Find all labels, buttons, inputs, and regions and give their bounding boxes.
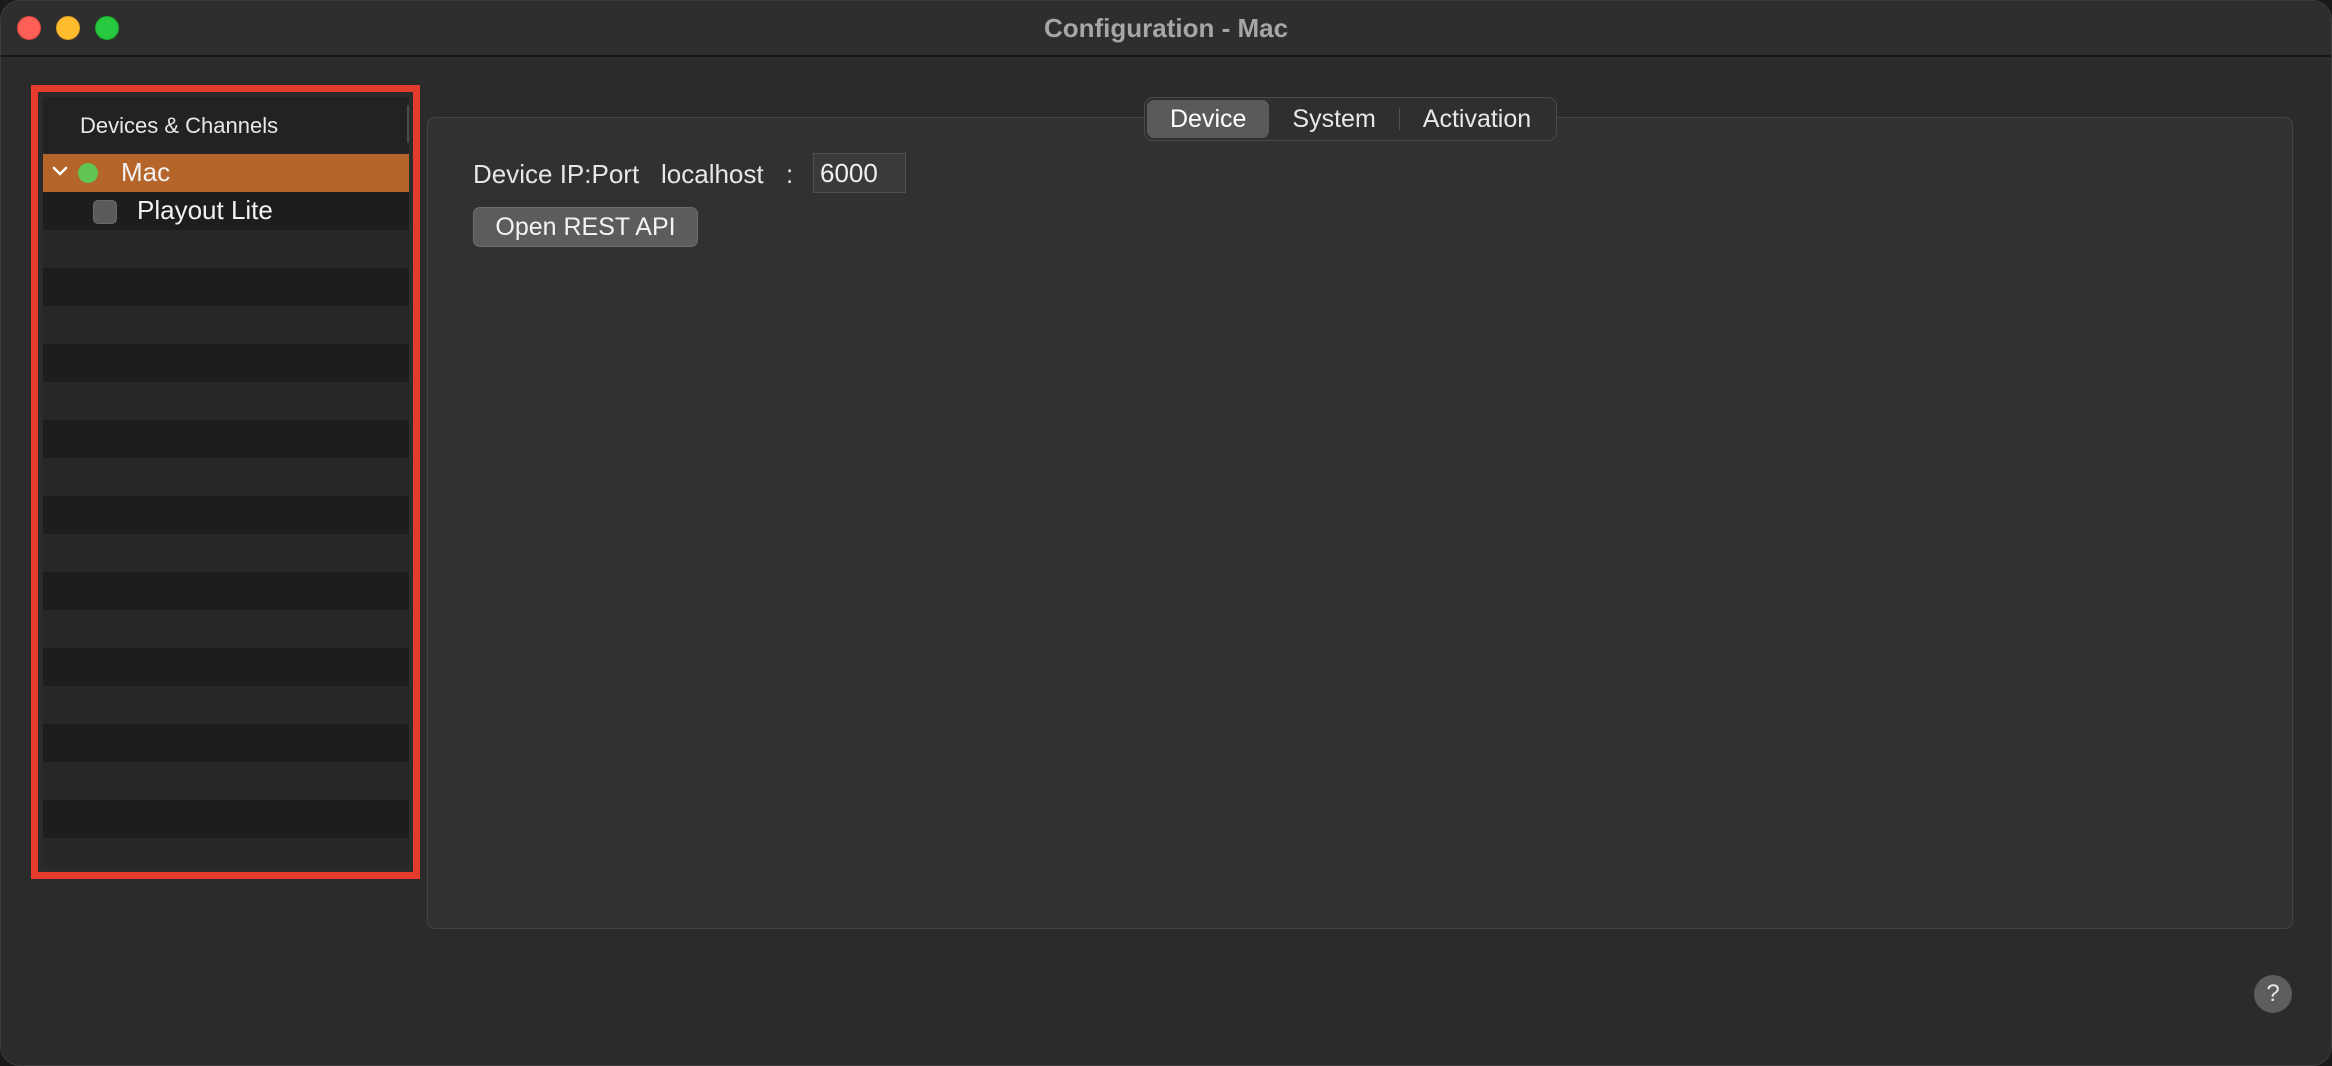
open-rest-api-button[interactable]: Open REST API <box>473 207 698 247</box>
device-ip-port-label: Device IP:Port <box>473 159 640 189</box>
window-title: Configuration - Mac <box>1043 13 1289 43</box>
host-port-separator: : <box>786 159 794 189</box>
sidebar-highlight-box <box>31 85 420 879</box>
help-button[interactable]: ? <box>2254 975 2292 1013</box>
tab-device[interactable]: Device <box>1147 100 1270 138</box>
configuration-window: Configuration - Mac Devices & Channels M… <box>0 0 2332 1066</box>
title-bar: Configuration - Mac <box>1 1 2331 57</box>
port-input[interactable]: 6000 <box>813 153 906 193</box>
tab-system[interactable]: System <box>1269 100 1398 138</box>
tab-activation[interactable]: Activation <box>1400 100 1554 138</box>
tab-bar: Device System Activation <box>1144 97 1558 141</box>
device-host-value: localhost <box>661 159 764 189</box>
settings-panel <box>427 117 2293 929</box>
